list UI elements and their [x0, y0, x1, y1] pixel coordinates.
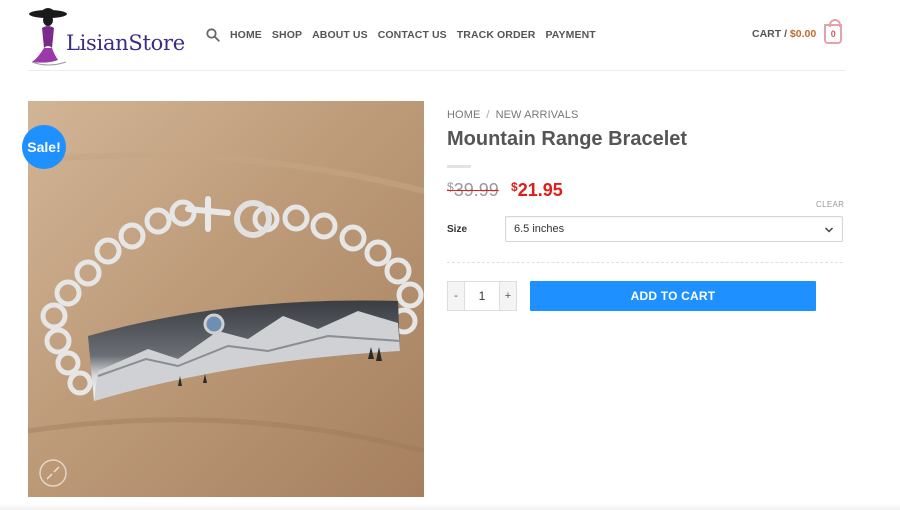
- breadcrumb-new-arrivals[interactable]: NEW ARRIVALS: [496, 109, 579, 121]
- nav-shop[interactable]: SHOP: [272, 29, 302, 41]
- product-image[interactable]: [28, 101, 424, 497]
- search-icon[interactable]: [206, 28, 220, 42]
- section-divider: [447, 262, 843, 263]
- cart-amount: $0.00: [789, 28, 817, 40]
- size-label: Size: [447, 224, 468, 235]
- nav-contact-us[interactable]: CONTACT US: [378, 29, 447, 41]
- product-title: Mountain Range Bracelet: [447, 128, 688, 150]
- nav-home[interactable]: HOME: [230, 29, 262, 41]
- sale-badge: Sale!: [22, 125, 66, 169]
- cart-count: 0: [830, 29, 836, 39]
- nav-track-order[interactable]: TRACK ORDER: [457, 29, 536, 41]
- add-to-cart-button[interactable]: ADD TO CART: [530, 281, 816, 311]
- site-header: LisianStore HOME SHOP ABOUT US CONTACT U…: [0, 0, 900, 70]
- size-select[interactable]: 6.5 inches: [505, 216, 843, 242]
- logo-lady-icon: [29, 8, 67, 66]
- logo-text: LisianStore: [66, 31, 185, 55]
- header-divider: [28, 70, 846, 71]
- size-selected-value: 6.5 inches: [514, 223, 565, 235]
- quantity-input[interactable]: 1: [465, 281, 499, 311]
- sale-price: $21.95: [511, 180, 563, 200]
- breadcrumb-separator: /: [486, 109, 490, 121]
- nav-payment[interactable]: PAYMENT: [545, 29, 595, 41]
- nav-about-us[interactable]: ABOUT US: [312, 29, 368, 41]
- logo[interactable]: LisianStore: [28, 4, 185, 66]
- clear-selection-link[interactable]: CLEAR: [816, 200, 844, 209]
- quantity-stepper: - 1 +: [447, 281, 517, 311]
- footer-shadow: [0, 503, 900, 510]
- cart-label: CART / $0.00: [752, 28, 817, 40]
- title-divider: [447, 165, 471, 168]
- quantity-plus-button[interactable]: +: [499, 281, 517, 311]
- old-price: $39.99: [447, 180, 499, 200]
- breadcrumb-home[interactable]: HOME: [447, 109, 480, 121]
- quantity-minus-button[interactable]: -: [447, 281, 465, 311]
- zoom-icon[interactable]: [38, 458, 68, 488]
- chevron-down-icon: [824, 227, 834, 233]
- cart-link[interactable]: CART / $0.00 0: [752, 19, 843, 44]
- cart-icon[interactable]: 0: [824, 19, 843, 44]
- breadcrumb: HOME / NEW ARRIVALS: [447, 109, 578, 121]
- bracelet-photo: [28, 101, 424, 497]
- main-nav: HOME SHOP ABOUT US CONTACT US TRACK ORDE…: [206, 27, 606, 43]
